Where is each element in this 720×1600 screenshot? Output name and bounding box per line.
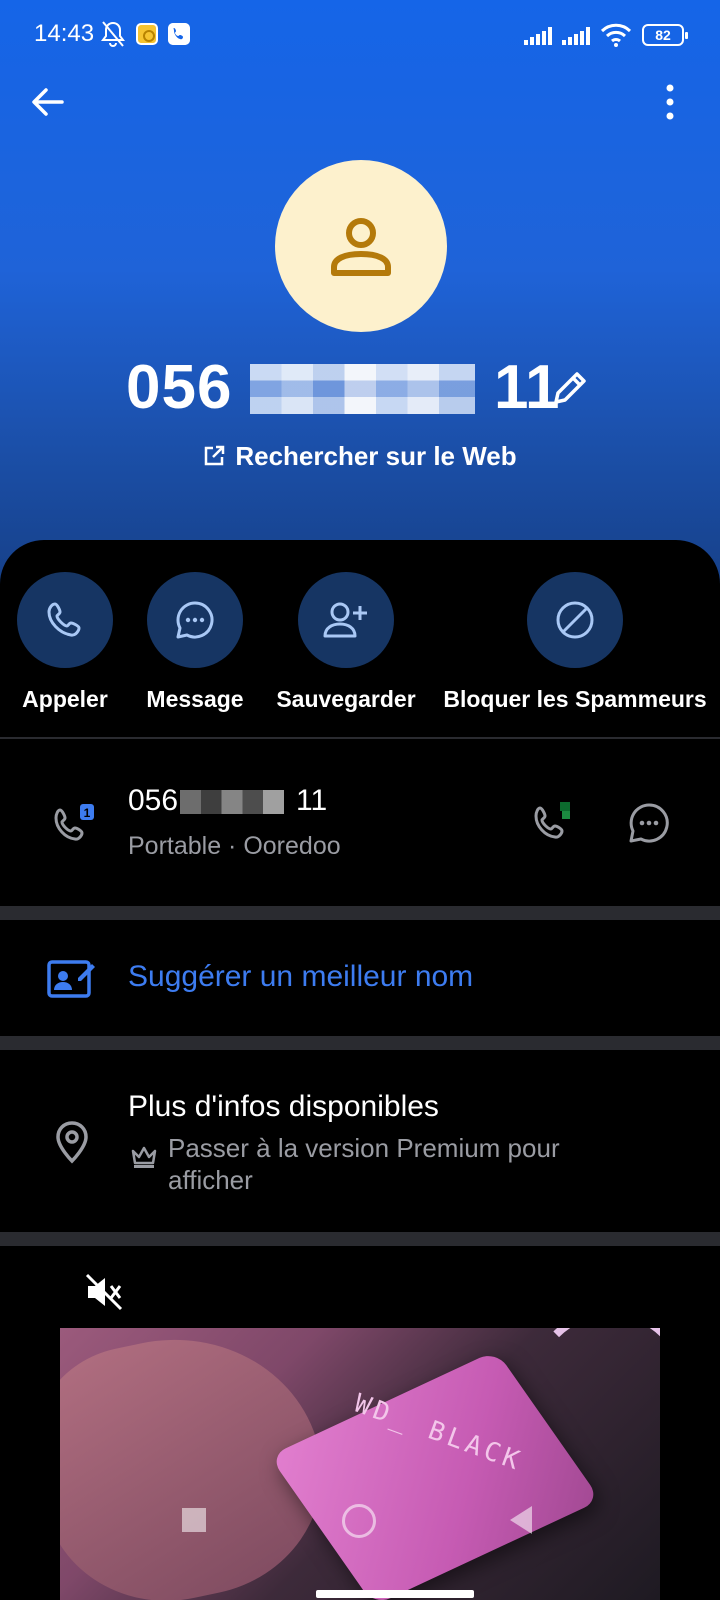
message-icon[interactable] — [626, 800, 672, 846]
avatar — [275, 160, 447, 332]
system-nav-bar — [0, 1462, 720, 1600]
phone-subtitle: Portable · Ooredoo — [128, 832, 341, 860]
section-separator — [0, 1232, 720, 1246]
bell-off-icon — [101, 21, 125, 47]
phone-icon — [47, 602, 81, 637]
more-options-icon[interactable] — [660, 82, 680, 122]
chat-icon — [176, 601, 214, 639]
signal-icon — [524, 25, 552, 45]
call-sim-icon[interactable] — [530, 800, 578, 848]
message-button[interactable]: Message — [146, 572, 244, 713]
call-circle — [17, 572, 113, 668]
block-label: Bloquer les Spammeurs — [443, 686, 707, 712]
status-time: 14:43 — [34, 20, 95, 47]
redacted-number-block — [250, 364, 475, 414]
sim-badge: 1 — [84, 806, 91, 820]
premium-crown-icon — [131, 1146, 157, 1168]
block-spammers-button[interactable]: Bloquer les Spammeurs — [443, 572, 707, 713]
contact-number: 056 11 — [0, 352, 720, 424]
call-button[interactable]: Appeler — [17, 572, 113, 713]
section-separator — [0, 906, 720, 920]
message-label: Message — [146, 686, 244, 712]
home-icon[interactable] — [342, 1504, 376, 1538]
signal-icon — [562, 25, 590, 45]
app-notification-icon — [136, 23, 158, 45]
person-icon — [331, 218, 391, 276]
external-link-icon — [205, 445, 225, 466]
recents-icon[interactable] — [182, 1508, 206, 1532]
block-circle — [527, 572, 623, 668]
phone-number-prefix: 056 — [128, 784, 179, 817]
suggest-name-row[interactable]: Suggérer un meilleur nom — [0, 920, 720, 1036]
back-nav-icon[interactable] — [510, 1506, 532, 1534]
wifi-icon — [600, 23, 632, 47]
web-search-label: Rechercher sur le Web — [235, 440, 517, 471]
info-subtitle: Passer à la version Premium pour affiche… — [168, 1133, 560, 1195]
truecaller-icon — [168, 23, 190, 45]
divider — [0, 737, 720, 739]
suggest-label: Suggérer un meilleur nom — [128, 960, 474, 993]
battery-icon: 82 — [642, 24, 688, 46]
status-right-icons: 82 — [524, 20, 688, 50]
mute-icon[interactable] — [84, 1272, 124, 1312]
save-label: Sauvegarder — [276, 686, 416, 712]
phone-number-row[interactable]: 1 056 11 Portable · Ooredoo — [0, 740, 720, 906]
battery-level: 82 — [655, 27, 671, 43]
save-contact-button[interactable]: Sauvegarder — [276, 572, 416, 713]
back-arrow-icon[interactable] — [26, 80, 70, 124]
more-info-row[interactable]: Plus d'infos disponibles Passer à la ver… — [0, 1050, 720, 1232]
sim1-phone-icon: 1 — [54, 804, 94, 841]
call-label: Appeler — [22, 686, 108, 712]
edit-contact-card-icon — [47, 960, 95, 998]
number-prefix: 056 — [126, 353, 233, 422]
edit-pencil-icon[interactable] — [550, 368, 590, 408]
add-contact-icon — [323, 602, 367, 638]
block-icon — [556, 601, 594, 639]
web-search-link[interactable]: Rechercher sur le Web — [0, 436, 720, 476]
redacted-number-block — [180, 790, 284, 814]
section-separator — [0, 1036, 720, 1050]
message-circle — [147, 572, 243, 668]
home-indicator — [316, 1590, 474, 1598]
status-bar: 14:43 82 — [0, 0, 720, 68]
save-circle — [298, 572, 394, 668]
info-title: Plus d'infos disponibles — [128, 1090, 439, 1123]
location-pin-icon — [56, 1121, 88, 1164]
phone-number-suffix: 11 — [296, 784, 328, 817]
